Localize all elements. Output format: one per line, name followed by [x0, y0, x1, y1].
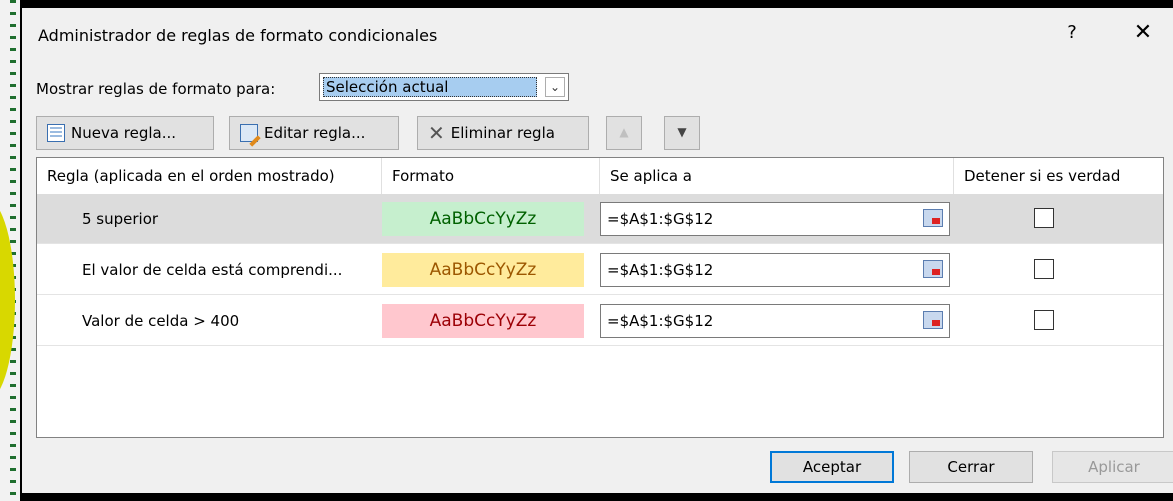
rule-row[interactable]: Valor de celda > 400 AaBbCcYyZz =$A$1:$G…: [37, 296, 1163, 346]
rule-name: 5 superior: [82, 210, 159, 228]
ok-button[interactable]: Aceptar: [770, 451, 894, 483]
stop-if-true-checkbox[interactable]: [1034, 208, 1054, 228]
dialog-title: Administrador de reglas de formato condi…: [38, 26, 438, 45]
show-rules-label: Mostrar reglas de formato para:: [36, 80, 276, 98]
applies-to-field[interactable]: =$A$1:$G$12: [600, 253, 950, 287]
rule-name: Valor de celda > 400: [82, 312, 240, 330]
applies-to-value: =$A$1:$G$12: [607, 210, 714, 228]
move-down-button[interactable]: ▼: [664, 116, 700, 150]
rules-list: Regla (aplicada en el orden mostrado) Fo…: [36, 157, 1164, 438]
chevron-down-icon[interactable]: ⌄: [545, 77, 565, 97]
show-rules-dropdown[interactable]: Selección actual ⌄: [319, 73, 569, 101]
range-picker-icon[interactable]: [923, 209, 943, 227]
new-rule-button[interactable]: Nueva regla...: [36, 116, 214, 150]
delete-rule-button[interactable]: ✕ Eliminar regla: [417, 116, 589, 150]
applies-to-value: =$A$1:$G$12: [607, 261, 714, 279]
column-header-rule[interactable]: Regla (aplicada en el orden mostrado): [37, 158, 382, 194]
applies-to-field[interactable]: =$A$1:$G$12: [600, 304, 950, 338]
new-rule-label: Nueva regla...: [71, 124, 177, 142]
close-icon[interactable]: ✕: [1130, 21, 1156, 47]
format-preview: AaBbCcYyZz: [382, 253, 584, 287]
conditional-formatting-dialog: Administrador de reglas de formato condi…: [22, 8, 1173, 493]
edit-rule-icon: [240, 124, 258, 142]
format-preview: AaBbCcYyZz: [382, 202, 584, 236]
applies-to-field[interactable]: =$A$1:$G$12: [600, 202, 950, 236]
help-button[interactable]: ?: [1062, 22, 1082, 46]
format-preview: AaBbCcYyZz: [382, 304, 584, 338]
move-up-button[interactable]: ▲: [606, 116, 642, 150]
rule-name: El valor de celda está comprendi...: [82, 261, 343, 279]
edit-rule-label: Editar regla...: [264, 124, 366, 142]
delete-rule-label: Eliminar regla: [450, 124, 555, 142]
delete-x-icon: ✕: [428, 121, 445, 145]
rule-row[interactable]: 5 superior AaBbCcYyZz =$A$1:$G$12: [37, 194, 1163, 244]
apply-button[interactable]: Aplicar: [1052, 451, 1173, 483]
stop-if-true-checkbox[interactable]: [1034, 310, 1054, 330]
stop-if-true-checkbox[interactable]: [1034, 259, 1054, 279]
new-rule-icon: [47, 124, 65, 142]
rule-row[interactable]: El valor de celda está comprendi... AaBb…: [37, 245, 1163, 295]
close-button[interactable]: Cerrar: [909, 451, 1033, 483]
edit-rule-button[interactable]: Editar regla...: [229, 116, 399, 150]
column-header-stop-if-true[interactable]: Detener si es verdad: [954, 158, 1163, 194]
range-picker-icon[interactable]: [923, 311, 943, 329]
column-header-format[interactable]: Formato: [382, 158, 600, 194]
column-header-applies-to[interactable]: Se aplica a: [600, 158, 954, 194]
applies-to-value: =$A$1:$G$12: [607, 312, 714, 330]
show-rules-selected: Selección actual: [323, 77, 537, 97]
range-picker-icon[interactable]: [923, 260, 943, 278]
